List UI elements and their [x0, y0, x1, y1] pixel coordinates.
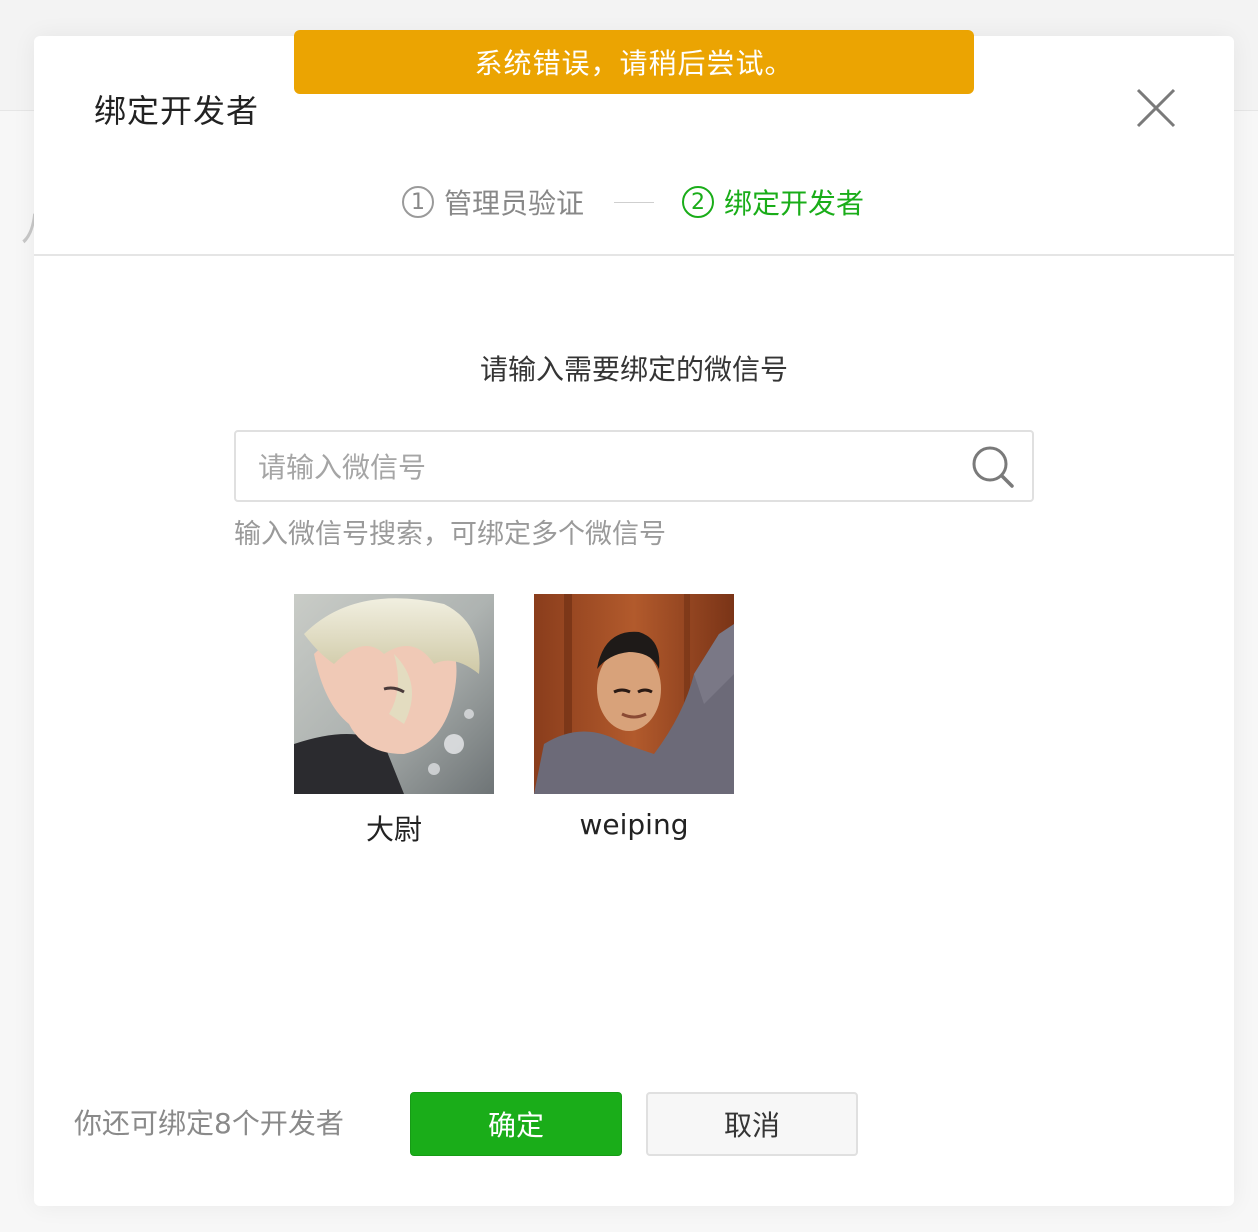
step-indicator: 1 管理员验证 2 绑定开发者	[34, 182, 1234, 222]
user-name: 大尉	[365, 813, 422, 846]
step-number-1: 1	[402, 186, 434, 218]
step-bind-developer: 2 绑定开发者	[682, 182, 864, 222]
helper-text: 输入微信号搜索，可绑定多个微信号	[234, 519, 666, 550]
user-card[interactable]: weiping	[534, 594, 734, 841]
error-toast: 系统错误，请稍后尝试。	[294, 30, 974, 94]
bind-developer-dialog: 绑定开发者 1 管理员验证 2 绑定开发者 请输入需要绑定的微信号 输入微信号搜…	[34, 36, 1234, 1206]
step-label: 管理员验证	[444, 187, 585, 220]
step-label: 绑定开发者	[724, 187, 865, 220]
user-card[interactable]: 大尉	[294, 594, 494, 848]
close-icon	[1136, 88, 1176, 128]
confirm-button[interactable]: 确定	[410, 1092, 622, 1156]
search-icon[interactable]	[970, 444, 1016, 490]
anime-character-avatar	[294, 594, 494, 794]
header-divider	[34, 254, 1234, 256]
dialog-title: 绑定开发者	[94, 92, 260, 130]
step-number-2: 2	[682, 186, 714, 218]
wechat-id-input[interactable]	[256, 442, 960, 492]
prompt-text: 请输入需要绑定的微信号	[479, 353, 788, 386]
user-name: weiping	[579, 808, 689, 841]
step-admin-verify: 1 管理员验证	[402, 182, 584, 222]
search-box	[234, 430, 1034, 502]
man-photo-avatar	[534, 594, 734, 794]
remaining-count-text: 你还可绑定8个开发者	[74, 1107, 344, 1140]
step-separator	[614, 202, 654, 203]
close-button[interactable]	[1134, 86, 1178, 130]
cancel-button[interactable]: 取消	[646, 1092, 858, 1156]
